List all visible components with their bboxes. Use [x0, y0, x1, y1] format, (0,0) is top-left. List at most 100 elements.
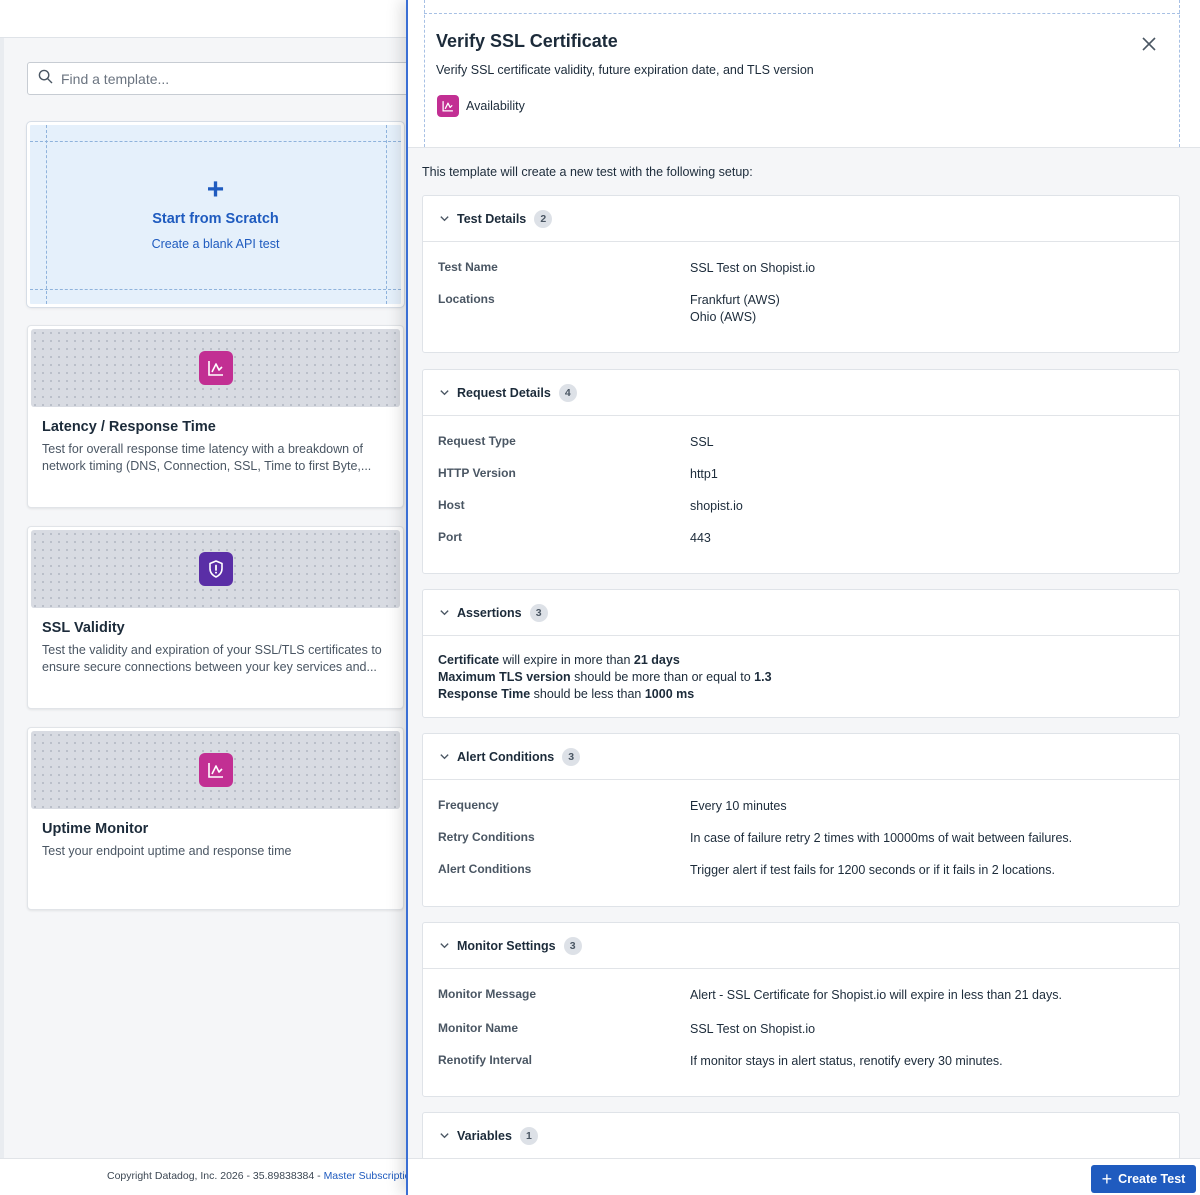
section-header[interactable]: Test Details 2 — [423, 196, 1179, 242]
chevron-down-icon — [440, 216, 449, 222]
detail-value: In case of failure retry 2 times with 10… — [690, 831, 1073, 845]
template-description: Test for overall response time latency w… — [42, 442, 372, 473]
detail-row: Frequency Every 10 minutes — [423, 792, 1179, 824]
section-title: Test Details — [457, 211, 527, 226]
template-title: SSL Validity — [42, 620, 125, 636]
detail-row: Renotify Interval If monitor stays in ale… — [423, 1047, 1179, 1079]
detail-value: http1 — [690, 467, 718, 481]
detail-row: Monitor Name SSL Test on Shopist.io — [423, 1015, 1179, 1047]
section-alert-conditions: Alert Conditions 3 Frequency Every 10 min… — [422, 733, 1180, 907]
template-title: Latency / Response Time — [42, 419, 216, 435]
chart-icon — [437, 95, 459, 117]
create-test-label: Create Test — [1118, 1172, 1186, 1186]
detail-key: Frequency — [438, 798, 499, 812]
chevron-down-icon — [440, 1133, 449, 1139]
detail-value: shopist.io — [690, 499, 743, 513]
panel-header: Verify SSL Certificate Verify SSL certif… — [408, 0, 1200, 148]
chart-icon — [198, 753, 233, 787]
assertion-target: 21 days — [633, 653, 680, 667]
template-search[interactable] — [27, 62, 427, 95]
location-value: Frankfurt (AWS) — [690, 293, 780, 307]
template-banner — [31, 530, 400, 608]
section-header[interactable]: Monitor Settings 3 — [423, 923, 1179, 969]
detail-key: Monitor Message — [438, 987, 537, 1001]
detail-value: SSL Test on Shopist.io — [690, 1022, 816, 1036]
copyright-text: Copyright Datadog, Inc. 2026 - 35.898383… — [107, 1170, 324, 1182]
guide-line — [424, 0, 425, 147]
footer-link[interactable]: Master Subscription — [324, 1170, 417, 1182]
assertion-operator: will expire in more than — [499, 653, 634, 667]
assertion-target: 1000 ms — [644, 687, 695, 701]
shield-icon — [198, 552, 233, 586]
chevron-down-icon — [440, 754, 449, 760]
count-badge: 2 — [534, 209, 553, 228]
detail-row: Monitor Message Alert - SSL Certificate f… — [423, 981, 1179, 1015]
assertion-subject: Certificate — [438, 653, 500, 667]
assertion-list: Certificate will expire in more than 21 … — [423, 636, 1179, 703]
detail-key: Port — [438, 530, 462, 544]
section-header[interactable]: Variables 1 — [423, 1113, 1179, 1159]
assertion-target: 1.3 — [754, 670, 772, 684]
template-card-uptime[interactable]: Uptime Monitor Test your endpoint uptime… — [27, 727, 404, 910]
footer-text: Copyright Datadog, Inc. 2026 - 35.898383… — [107, 1170, 416, 1182]
location-value: Ohio (AWS) — [690, 310, 757, 324]
detail-row: Alert Conditions Trigger alert if test fa… — [423, 856, 1179, 888]
section-header[interactable]: Assertions 3 — [423, 590, 1179, 636]
guide-line — [424, 13, 1180, 14]
panel-description: Verify SSL certificate validity, future … — [436, 63, 814, 77]
detail-value: Trigger alert if test fails for 1200 sec… — [690, 863, 1055, 877]
detail-value: Every 10 minutes — [690, 799, 787, 813]
assertion-item: Maximum TLS version should be more than … — [438, 669, 1164, 686]
plus-icon: + — [206, 173, 225, 206]
assertion-item: Response Time should be less than 1000 m… — [438, 686, 1164, 703]
create-test-button[interactable]: + Create Test — [1091, 1165, 1196, 1193]
template-card-ssl-validity[interactable]: SSL Validity Test the validity and expir… — [27, 526, 404, 709]
detail-row: Port 443 — [423, 524, 1179, 556]
count-badge: 4 — [558, 383, 577, 402]
detail-key: Monitor Name — [438, 1021, 519, 1035]
section-assertions: Assertions 3 Certificate will expire in … — [422, 589, 1180, 718]
detail-value: SSL — [690, 435, 714, 449]
template-banner — [31, 731, 400, 809]
detail-key: Retry Conditions — [438, 830, 535, 844]
panel-footer — [408, 1158, 1200, 1195]
detail-key: Renotify Interval — [438, 1053, 533, 1067]
template-card-latency[interactable]: Latency / Response Time Test for overall… — [27, 325, 404, 508]
left-rail — [0, 38, 4, 1158]
detail-row: Host shopist.io — [423, 492, 1179, 524]
detail-key: Request Type — [438, 434, 516, 448]
chevron-down-icon — [440, 610, 449, 616]
assertion-subject: Maximum TLS version — [438, 670, 571, 684]
panel-title: Verify SSL Certificate — [436, 31, 618, 51]
assertion-subject: Response Time — [438, 687, 531, 701]
section-header[interactable]: Request Details 4 — [423, 370, 1179, 416]
assertion-operator: should be less than — [530, 687, 645, 701]
plus-icon: + — [1101, 1169, 1113, 1189]
search-input[interactable] — [61, 70, 401, 87]
section-title: Variables — [457, 1128, 512, 1143]
detail-value: SSL Test on Shopist.io — [690, 261, 816, 275]
template-detail-panel: Verify SSL Certificate Verify SSL certif… — [406, 0, 1200, 1195]
assertion-item: Certificate will expire in more than 21 … — [438, 652, 1164, 669]
chevron-down-icon — [440, 390, 449, 396]
section-header[interactable]: Alert Conditions 3 — [423, 734, 1179, 780]
detail-row: Test Name SSL Test on Shopist.io — [423, 254, 1179, 286]
category-tag: Availability — [466, 99, 525, 113]
detail-value: Frankfurt (AWS) Ohio (AWS) — [690, 292, 780, 326]
detail-key: Test Name — [438, 260, 498, 274]
detail-value: Alert - SSL Certificate for Shopist.io w… — [690, 988, 1062, 1002]
section-title: Request Details — [457, 385, 551, 400]
count-badge: 1 — [519, 1126, 538, 1145]
detail-key: Host — [438, 498, 465, 512]
search-icon — [38, 69, 53, 89]
count-badge: 3 — [529, 603, 548, 622]
section-title: Alert Conditions — [457, 749, 555, 764]
scratch-title: Start from Scratch — [152, 211, 279, 227]
detail-value: 443 — [690, 531, 711, 545]
setup-intro: This template will create a new test wit… — [422, 165, 753, 179]
close-icon[interactable] — [1140, 35, 1158, 53]
template-title: Uptime Monitor — [42, 821, 149, 837]
start-from-scratch-card[interactable]: + Start from Scratch Create a blank API … — [27, 122, 404, 307]
chart-icon — [198, 351, 233, 385]
assertion-operator: should be more than or equal to — [570, 670, 755, 684]
